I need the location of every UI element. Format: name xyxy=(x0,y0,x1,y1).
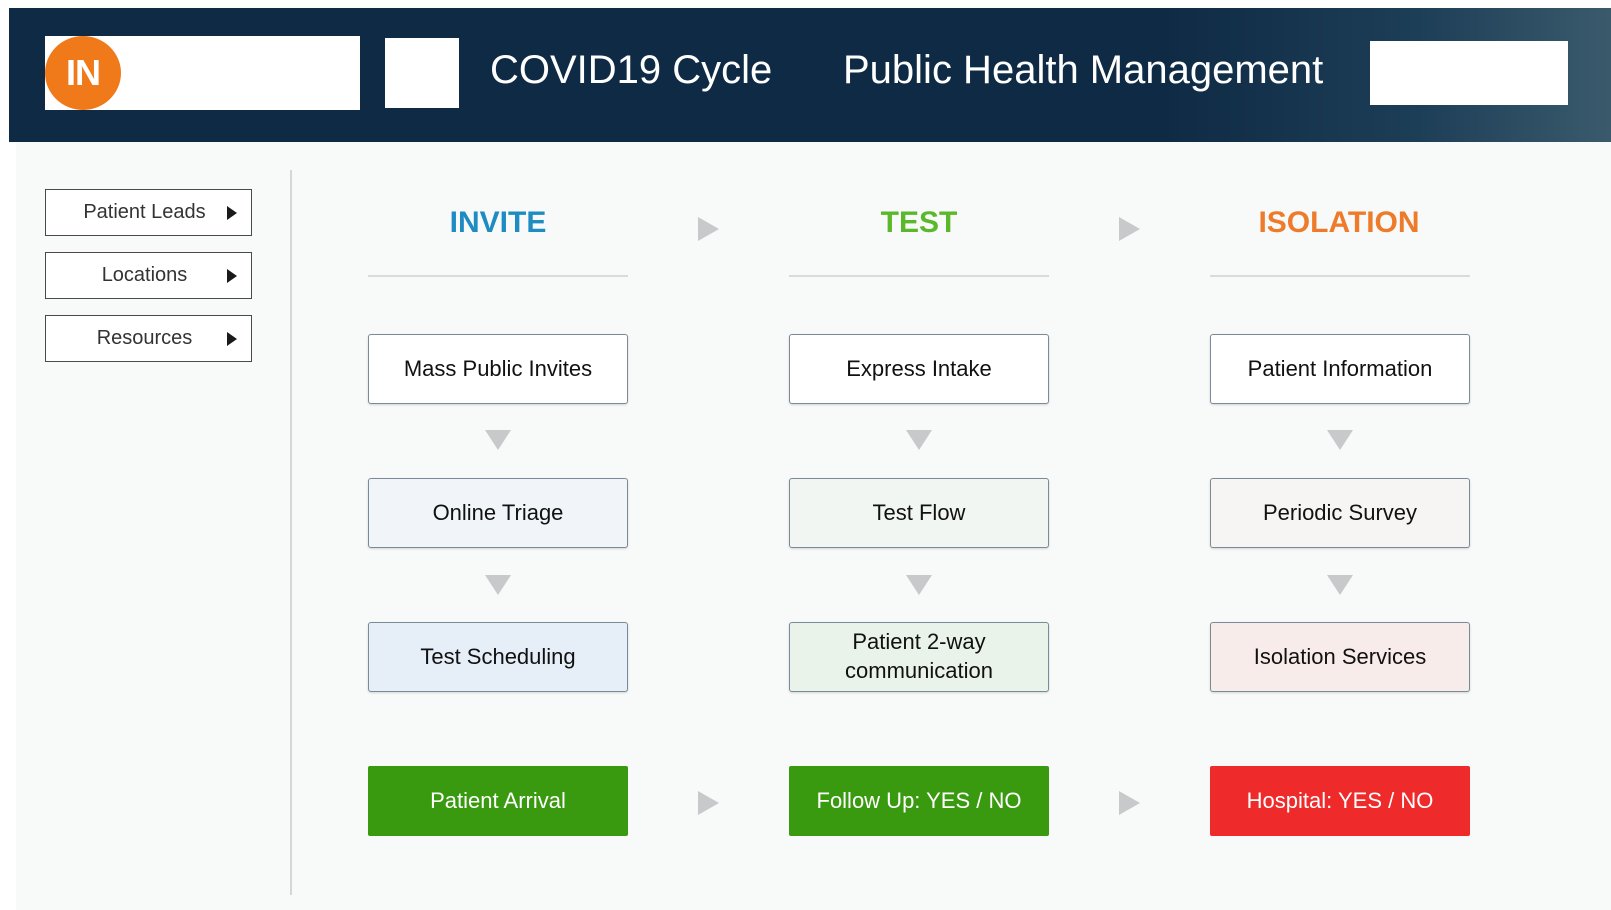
step-isolation-services[interactable]: Isolation Services xyxy=(1210,622,1470,692)
hospital-button[interactable]: Hospital: YES / NO xyxy=(1210,766,1470,836)
step-online-triage[interactable]: Online Triage xyxy=(368,478,628,548)
sidebar-item-label: Patient Leads xyxy=(83,201,206,223)
arrow-down-icon xyxy=(1327,430,1353,450)
arrow-down-icon xyxy=(906,575,932,595)
step-label: Mass Public Invites xyxy=(403,355,593,381)
logo-area: IN xyxy=(45,36,360,110)
sidebar-item-locations[interactable]: Locations xyxy=(45,252,252,299)
step-label: Patient 2-way communication xyxy=(845,629,993,683)
step-test-scheduling[interactable]: Test Scheduling xyxy=(368,622,628,692)
arrow-right-icon xyxy=(698,791,719,815)
sidebar-item-patient-leads[interactable]: Patient Leads xyxy=(45,189,252,236)
column-rule xyxy=(789,275,1049,277)
step-label: Online Triage xyxy=(432,499,564,525)
play-arrow-icon xyxy=(227,269,237,283)
column-heading-isolation: ISOLATION xyxy=(1258,206,1420,239)
column-rule xyxy=(368,275,628,277)
arrow-down-icon xyxy=(485,575,511,595)
arrow-right-icon xyxy=(1119,791,1140,815)
sidebar-divider xyxy=(290,170,292,895)
column-rule xyxy=(1210,275,1470,277)
step-periodic-survey[interactable]: Periodic Survey xyxy=(1210,478,1470,548)
follow-up-button[interactable]: Follow Up: YES / NO xyxy=(789,766,1049,836)
step-test-flow[interactable]: Test Flow xyxy=(789,478,1049,548)
arrow-down-icon xyxy=(1327,575,1353,595)
header-placeholder-square xyxy=(385,38,459,108)
sidebar-item-label: Locations xyxy=(101,264,188,286)
step-patient-2-way-communication[interactable]: Patient 2-way communication xyxy=(789,622,1049,692)
app-window: IN COVID19 Cycle Public Health Managemen… xyxy=(0,0,1611,910)
play-arrow-icon xyxy=(227,206,237,220)
step-label: Isolation Services xyxy=(1253,643,1427,669)
step-label: Test Flow xyxy=(872,499,966,525)
arrow-down-icon xyxy=(906,430,932,450)
step-label: Periodic Survey xyxy=(1262,499,1418,525)
app-title: COVID19 Cycle xyxy=(490,48,773,92)
arrow-right-icon xyxy=(698,217,719,241)
arrow-right-icon xyxy=(1119,217,1140,241)
column-heading-invite: INVITE xyxy=(449,206,547,239)
sidebar-item-resources[interactable]: Resources xyxy=(45,315,252,362)
step-mass-public-invites[interactable]: Mass Public Invites xyxy=(368,334,628,404)
column-heading-test: TEST xyxy=(880,206,958,239)
sidebar-item-label: Resources xyxy=(96,327,193,349)
patient-arrival-button[interactable]: Patient Arrival xyxy=(368,766,628,836)
step-label: Test Scheduling xyxy=(420,643,576,669)
header-bar: IN COVID19 Cycle Public Health Managemen… xyxy=(9,8,1611,142)
arrow-down-icon xyxy=(485,430,511,450)
step-express-intake[interactable]: Express Intake xyxy=(789,334,1049,404)
app-subtitle: Public Health Management xyxy=(843,48,1324,92)
step-label: Patient Information xyxy=(1247,355,1433,381)
play-arrow-icon xyxy=(227,332,237,346)
step-label: Express Intake xyxy=(846,355,992,381)
logo: IN xyxy=(45,36,121,110)
step-patient-information[interactable]: Patient Information xyxy=(1210,334,1470,404)
header-placeholder-box xyxy=(1370,41,1568,105)
